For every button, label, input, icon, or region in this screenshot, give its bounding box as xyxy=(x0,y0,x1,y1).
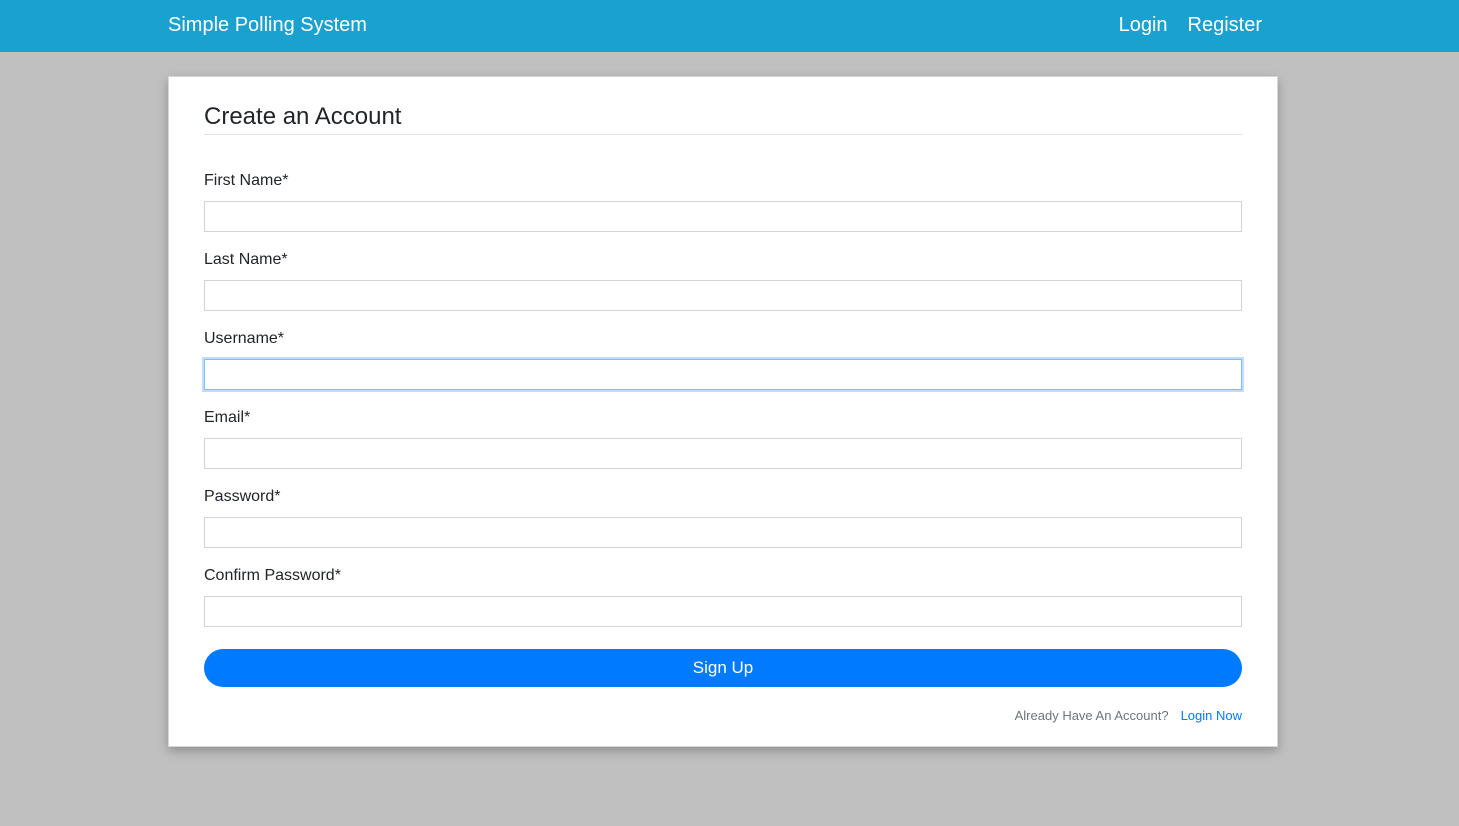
username-input[interactable] xyxy=(204,359,1242,390)
confirm-password-input[interactable] xyxy=(204,596,1242,627)
first-name-group: First Name* xyxy=(204,171,1242,232)
confirm-password-group: Confirm Password* xyxy=(204,566,1242,627)
brand-link[interactable]: Simple Polling System xyxy=(168,12,367,38)
sign-up-button[interactable]: Sign Up xyxy=(204,649,1242,687)
form-title: Create an Account xyxy=(204,101,1242,135)
email-label: Email* xyxy=(204,409,251,426)
username-label: Username* xyxy=(204,330,285,347)
last-name-label: Last Name* xyxy=(204,251,288,268)
first-name-input[interactable] xyxy=(204,201,1242,232)
login-prompt-text: Already Have An Account? xyxy=(1014,708,1169,723)
first-name-label: First Name* xyxy=(204,172,289,189)
username-group: Username* xyxy=(204,329,1242,390)
signup-form: Create an Account First Name* Last Name*… xyxy=(204,101,1242,723)
login-now-link[interactable]: Login Now xyxy=(1181,708,1242,724)
password-group: Password* xyxy=(204,487,1242,548)
password-input[interactable] xyxy=(204,517,1242,548)
last-name-input[interactable] xyxy=(204,280,1242,311)
last-name-group: Last Name* xyxy=(204,250,1242,311)
confirm-password-label: Confirm Password* xyxy=(204,567,341,584)
password-label: Password* xyxy=(204,488,281,505)
signup-card: Create an Account First Name* Last Name*… xyxy=(168,76,1278,747)
nav-login-link[interactable]: Login xyxy=(1119,12,1168,38)
email-input[interactable] xyxy=(204,438,1242,469)
nav-links: Login Register xyxy=(1119,12,1262,38)
top-navbar: Simple Polling System Login Register xyxy=(0,0,1459,52)
nav-register-link[interactable]: Register xyxy=(1188,12,1262,38)
login-prompt: Already Have An Account? Login Now xyxy=(1015,708,1242,724)
email-group: Email* xyxy=(204,408,1242,469)
